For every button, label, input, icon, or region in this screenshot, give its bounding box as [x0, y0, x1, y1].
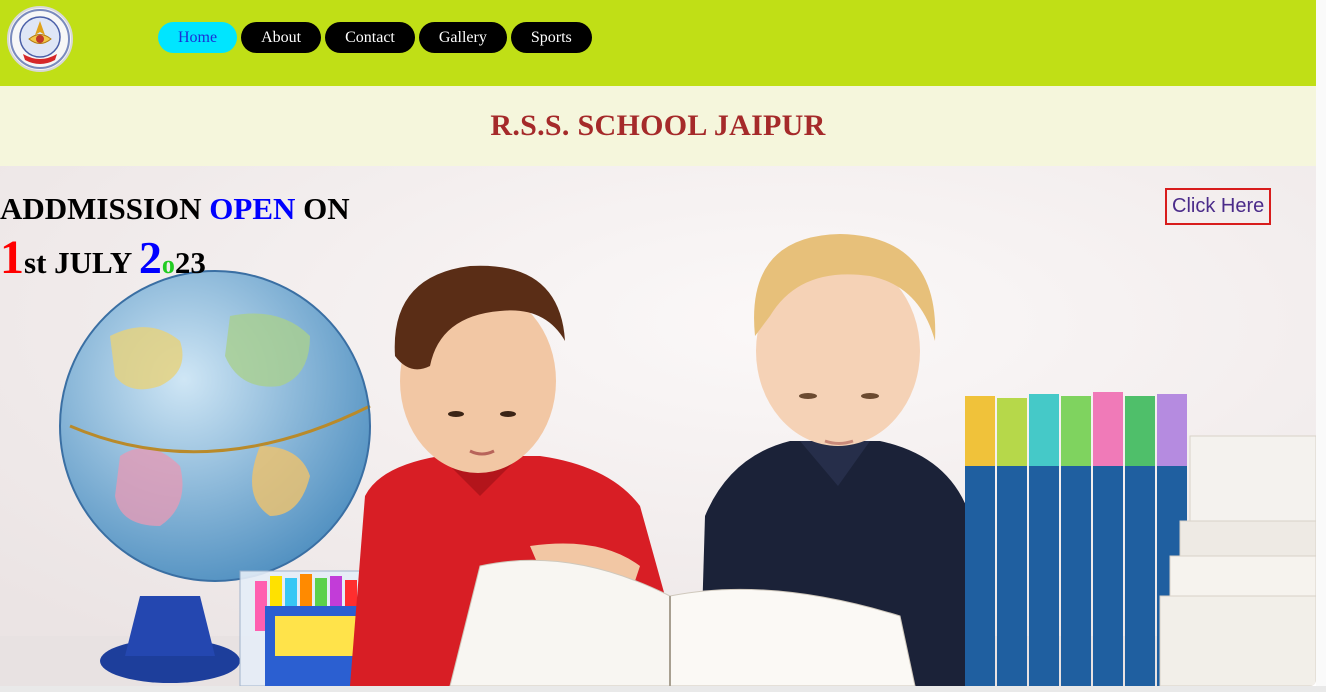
admission-heading: ADDMISSION OPEN ON [0, 190, 350, 228]
year-digits-23: 23 [174, 245, 206, 280]
nav-contact[interactable]: Contact [325, 22, 415, 53]
top-navigation-bar: Home About Contact Gallery Sports [0, 0, 1316, 86]
nav-gallery[interactable]: Gallery [418, 22, 507, 53]
admission-highlight: OPEN [209, 191, 296, 226]
book-stack-icon [965, 392, 1316, 686]
year-digit-2: 2 [138, 232, 162, 283]
admission-date: 1st JULY 2o23 [0, 232, 206, 291]
year-letter-o: o [161, 250, 175, 279]
click-here-button[interactable]: Click Here [1165, 188, 1272, 225]
page-title: R.S.S. SCHOOL JAIPUR [490, 109, 826, 142]
title-band: R.S.S. SCHOOL JAIPUR [0, 86, 1316, 166]
date-day: 1 [0, 231, 24, 284]
nav-about[interactable]: About [241, 22, 322, 53]
date-month: st JULY [24, 245, 139, 280]
bottom-edge [0, 686, 1326, 692]
nav-home[interactable]: Home [158, 22, 238, 53]
admission-suffix: ON [295, 191, 350, 226]
main-nav: Home About Contact Gallery Sports [158, 22, 592, 53]
school-emblem-icon [10, 9, 70, 69]
nav-sports[interactable]: Sports [510, 22, 592, 53]
page-scrollbar[interactable] [1316, 0, 1326, 692]
admission-prefix: ADDMISSION [0, 191, 210, 226]
hero-banner: ADDMISSION OPEN ON 1st JULY 2o23 Click H… [0, 166, 1316, 686]
school-logo[interactable] [7, 6, 73, 72]
